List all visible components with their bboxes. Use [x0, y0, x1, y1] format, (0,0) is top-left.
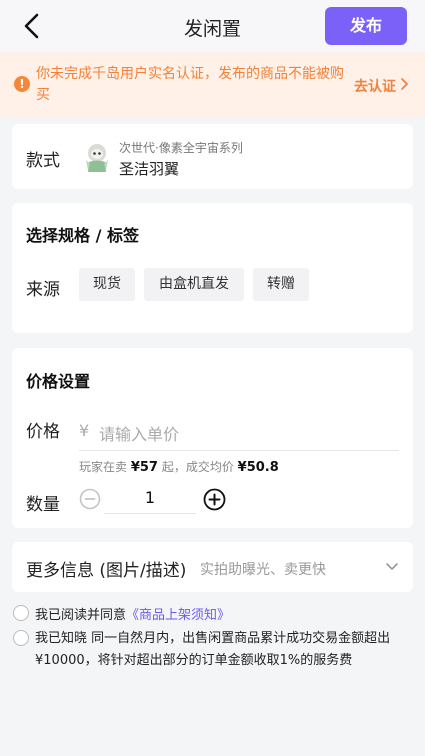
chevron-down-icon[interactable] — [385, 561, 399, 573]
product-thumbnail — [86, 144, 108, 172]
source-label: 来源 — [26, 280, 60, 300]
currency-symbol: ¥ — [79, 421, 90, 440]
agree-prefix: 我已阅读并同意 — [35, 608, 127, 623]
exclamation-circle-icon: ! — [14, 76, 30, 92]
notice-text: 你未完成千岛用户实名认证，发布的商品不能被购买 — [36, 66, 344, 103]
agree-terms-text: 我已阅读并同意《商品上架须知》 — [35, 604, 230, 623]
verify-link[interactable]: 去认证 — [354, 76, 396, 96]
ref-avg-price: ¥50.8 — [237, 460, 279, 475]
source-option-gift[interactable]: 转赠 — [253, 268, 309, 301]
spec-section-title: 选择规格 / 标签 — [26, 226, 139, 245]
product-series: 次世代·像素全宇宙系列 — [119, 141, 243, 155]
publish-button[interactable]: 发布 — [325, 7, 407, 45]
ref-prefix: 玩家在卖 — [79, 460, 128, 474]
source-option-spot[interactable]: 现货 — [79, 268, 135, 301]
agree-terms-radio[interactable] — [13, 605, 29, 621]
style-card[interactable] — [12, 124, 413, 189]
reference-price: 玩家在卖 ¥57 起，成交均价 ¥50.8 — [79, 458, 279, 475]
more-info-label: 更多信息 (图片/描述) — [26, 561, 187, 581]
price-section-title: 价格设置 — [26, 372, 91, 391]
chevron-right-icon[interactable] — [400, 77, 410, 91]
quantity-value: 1 — [144, 488, 156, 507]
listing-rules-link[interactable]: 《商品上架须知》 — [126, 608, 230, 623]
product-name: 圣洁羽翼 — [119, 160, 180, 178]
quantity-field[interactable]: 1 — [104, 484, 196, 514]
quantity-label: 数量 — [26, 495, 60, 515]
ref-min-price: ¥57 — [130, 460, 158, 475]
fee-ack-radio[interactable] — [13, 630, 29, 646]
plus-circle-icon[interactable] — [203, 488, 226, 511]
source-option-direct[interactable]: 由盒机直发 — [144, 268, 244, 301]
top-bar: 发闲置 发布 — [0, 0, 425, 52]
price-label: 价格 — [26, 422, 60, 442]
style-label: 款式 — [26, 151, 60, 171]
minus-circle-icon[interactable] — [79, 488, 101, 510]
price-placeholder: 请输入单价 — [99, 425, 180, 444]
more-info-hint: 实拍助曝光、卖更快 — [200, 562, 326, 578]
fee-ack-text: 我已知晓 同一自然月内，出售闲置商品累计成功交易金额超出¥10000，将针对超出… — [35, 631, 391, 668]
price-input[interactable]: ¥ 请输入单价 — [79, 413, 399, 451]
ref-mid: 起，成交均价 — [161, 460, 234, 474]
